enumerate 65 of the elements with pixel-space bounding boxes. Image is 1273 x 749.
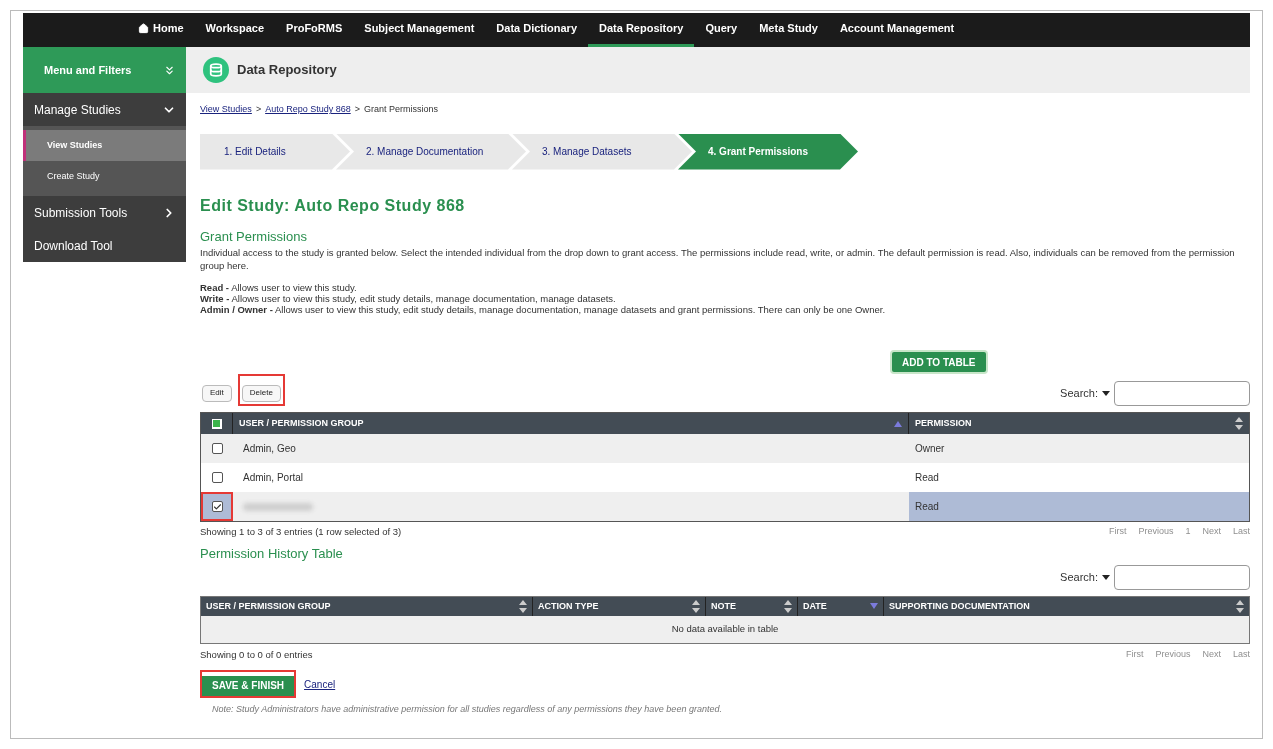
empty-table-message: No data available in table — [671, 622, 779, 637]
table-info: Showing 1 to 3 of 3 entries (1 row selected of 3) — [200, 525, 402, 539]
column-header[interactable]: SUPPORTING DOCUMENTATION — [884, 596, 1249, 616]
permission-cell-text: Read — [914, 471, 940, 485]
save-finish-button[interactable]: SAVE & FINISH — [202, 675, 295, 696]
permission-definition: Admin / Owner - Allows user to view this study, edit study details, manage documentation, manage datasets and grant permissions. There can only be one Owner. — [200, 304, 887, 315]
sidebar-section[interactable]: Manage Studies — [23, 93, 186, 126]
add-to-table-button[interactable]: ADD TO TABLE — [890, 350, 988, 374]
edit-button[interactable]: Edit — [202, 384, 232, 402]
breadcrumb-separator: > — [255, 103, 262, 116]
nav-tab[interactable]: Account Management — [828, 13, 966, 47]
permission-cell: Read — [909, 492, 1249, 521]
wizard-step[interactable]: 4. Grant Permissions — [678, 133, 858, 170]
wizard-step[interactable]: 1. Edit Details — [200, 133, 350, 170]
user-cell-text: Admin, Portal — [243, 471, 304, 485]
home-icon — [138, 23, 149, 34]
intro-paragraph: Individual access to the study is granted below. Select the intended individual from the drop down to grant access. The permissions include read, write, or admin. The default permission is read. Also, individuals can be removed from the permission group here. — [200, 246, 1236, 272]
dropdown-caret-icon[interactable] — [1102, 391, 1110, 396]
permission-definition: Write - Allows user to view this study, edit study details, manage documentation, manage datasets. — [200, 293, 617, 304]
row-checkbox[interactable] — [211, 472, 223, 483]
table-row[interactable]: Admin, Geo Owner — [201, 434, 1249, 463]
sidebar-section[interactable]: Download Tool — [23, 229, 186, 262]
select-all-checkbox[interactable] — [211, 418, 222, 429]
column-header[interactable]: NOTE — [706, 596, 798, 616]
wizard-step[interactable]: 3. Manage Datasets — [512, 133, 692, 170]
column-header[interactable]: PERMISSION — [909, 413, 1249, 434]
note-text: Note: Study Administrators have administrative permission for all studies regardless of any permissions they have been granted. — [212, 703, 723, 716]
column-header[interactable]: DATE — [798, 596, 884, 616]
nav-tab[interactable]: Home — [127, 13, 195, 47]
sidebar-header[interactable]: Menu and Filters — [23, 47, 186, 93]
column-header[interactable]: ACTION TYPE — [533, 596, 706, 616]
column-header[interactable]: USER / PERMISSION GROUP — [201, 596, 533, 616]
table-info: Showing 0 to 0 of 0 entries — [200, 647, 313, 662]
delete-button[interactable]: Delete — [241, 384, 281, 402]
database-icon — [203, 57, 229, 83]
dropdown-caret-icon[interactable] — [1102, 574, 1110, 580]
page-title: Data Repository — [237, 61, 337, 80]
sidebar-item[interactable]: Create Study — [23, 161, 186, 192]
row-checkbox[interactable] — [211, 443, 223, 454]
nav-tab[interactable]: Query — [694, 13, 749, 47]
user-cell-text: Admin, Geo — [243, 442, 296, 456]
search-field[interactable] — [1114, 564, 1250, 590]
search-label: Search: — [1060, 386, 1098, 402]
nav-tab[interactable]: Workspace — [194, 13, 276, 47]
wizard-step[interactable]: 2. Manage Documentation — [336, 133, 526, 170]
permission-definition: Read - Allows user to view this study. — [200, 282, 358, 293]
cancel-link[interactable]: Cancel — [304, 676, 336, 692]
sidebar-item[interactable]: View Studies — [23, 130, 186, 161]
nav-tab[interactable]: Meta Study — [748, 13, 829, 47]
breadcrumb-current: Grant Permissions — [363, 103, 438, 116]
nav-tab[interactable]: ProFoRMS — [275, 13, 354, 47]
search-field[interactable] — [1114, 381, 1250, 406]
permission-cell-text: Owner — [914, 442, 946, 456]
breadcrumb-link[interactable]: View Studies — [200, 103, 252, 117]
breadcrumb-link[interactable]: Auto Repo Study 868 — [265, 103, 351, 117]
breadcrumb-separator: > — [354, 103, 360, 116]
section-title: Grant Permissions — [200, 227, 308, 246]
row-checkbox[interactable] — [211, 501, 223, 512]
nav-tab[interactable]: Subject Management — [353, 13, 486, 47]
nav-tab[interactable]: Data Dictionary — [485, 13, 589, 47]
sidebar-section[interactable]: Submission Tools — [23, 196, 186, 229]
section-title: Permission History Table — [200, 545, 344, 564]
search-label: Search: — [1060, 570, 1098, 585]
table-row[interactable]: Read — [201, 492, 1249, 521]
study-heading: Edit Study: Auto Repo Study 868 — [200, 195, 466, 216]
